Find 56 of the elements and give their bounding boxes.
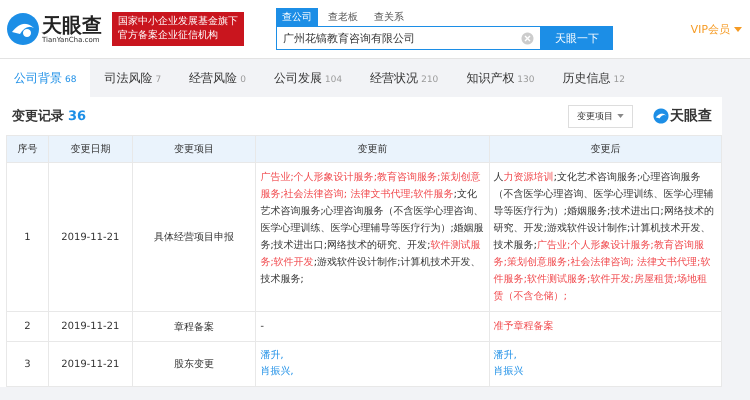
tab-count: 210 <box>421 74 438 87</box>
table-cell-text: 广告业;个人形象设计服务;教育咨询服务;策划创意服务;社会法律咨询; 法律文书代理;软件服务;文化艺术咨询服务;心理咨询服务（不含医学心理咨询、医学心理训练、医学心理辅导等医疗行为）;婚姻服务;技术进出口;网络技术的研究、开发;软件测试服务;软件开发;游戏软件设计制作;计算机技术开发、技术服务; <box>260 170 485 287</box>
tab-label: 公司发展 <box>274 70 322 87</box>
tab-count: 7 <box>155 74 162 87</box>
shareholder-link[interactable]: 肖振兴 <box>494 364 524 380</box>
table-cell: 股东变更 <box>132 342 256 386</box>
tab-count: 12 <box>613 74 625 87</box>
nav-tab[interactable]: 经营风险 0 <box>175 59 260 97</box>
caret-icon[interactable] <box>734 26 742 32</box>
tab-count: 0 <box>240 74 246 87</box>
tab-count: 104 <box>324 74 342 87</box>
tab-label: 经营状况 <box>370 70 418 87</box>
column-header: 序号 <box>7 136 49 162</box>
tab-label: 司法风险 <box>104 70 152 87</box>
shareholder-link[interactable]: 潘升, <box>260 348 294 364</box>
table-cell-text: - <box>260 320 264 334</box>
nav-tab[interactable]: 司法风险 7 <box>90 59 176 97</box>
eye-logo-icon <box>653 108 669 124</box>
table-cell: 具体经营项目申报 <box>132 163 256 311</box>
table-cell: 2019-11-21 <box>48 342 133 386</box>
nav-tab[interactable]: 经营状况 210 <box>356 59 452 97</box>
tab-label: 历史信息 <box>562 70 610 87</box>
logo-text: 天眼查 <box>42 14 102 36</box>
tab-label: 经营风险 <box>189 70 238 87</box>
filter-dropdown[interactable]: 变更项目 <box>568 104 633 128</box>
brand-logo-text: 天眼查 <box>670 107 712 125</box>
search-tab[interactable]: 查老板 <box>322 8 364 26</box>
table-cell: 章程备案 <box>132 312 256 341</box>
section-title: 变更记录 <box>12 108 64 125</box>
tab-label: 知识产权 <box>466 70 514 87</box>
nav-tab[interactable]: 历史信息 12 <box>548 59 639 97</box>
nav-tab[interactable]: 知识产权 130 <box>452 59 548 97</box>
column-header: 变更项目 <box>132 136 256 162</box>
table-cell: 2 <box>7 312 49 341</box>
shareholder-link[interactable]: 肖振兴, <box>260 364 294 380</box>
caret-icon <box>617 114 624 118</box>
table-cell: 2019-11-21 <box>48 312 133 341</box>
clear-icon[interactable] <box>521 32 534 45</box>
promo-banner: 国家中小企业发展基金旗下 官方备案企业征信机构 <box>112 12 244 46</box>
table-cell: 1 <box>7 163 49 311</box>
record-count: 36 <box>68 108 86 124</box>
search-field[interactable]: 广州花镐教育咨询有限公司 <box>276 26 541 50</box>
table-cell-text: 准予章程备案 <box>494 320 554 334</box>
column-header: 变更后 <box>589 142 622 157</box>
shareholder-link[interactable]: 潘升, <box>494 348 524 364</box>
eye-logo-icon <box>6 12 40 46</box>
tab-label: 公司背景 <box>14 70 62 87</box>
table-cell-text: 人力资源培训;文化艺术咨询服务;心理咨询服务（不含医学心理咨询、医学心理训练、医学心理辅导等医疗行为）;婚姻服务;技术进出口;网络技术的研究、开发;游戏软件设计制作;计算机技术开发、技术服务;广告业;个人形象设计服务;教育咨询服务;策划创意服务;社会法律咨询; 法律文书代理;软件服务;软件测试服务;软件开发;房屋租赁;场地租赁（不含仓储）; <box>494 170 715 304</box>
tab-count: 130 <box>517 74 534 87</box>
column-header: 变更日期 <box>48 136 133 162</box>
table-cell: 3 <box>7 342 49 386</box>
column-header: 变更前 <box>256 136 490 162</box>
nav-tab[interactable]: 公司发展 104 <box>260 59 356 97</box>
table-cell: 2019-11-21 <box>48 163 133 311</box>
tab-count: 68 <box>65 74 76 87</box>
search-tab[interactable]: 查关系 <box>368 8 410 26</box>
